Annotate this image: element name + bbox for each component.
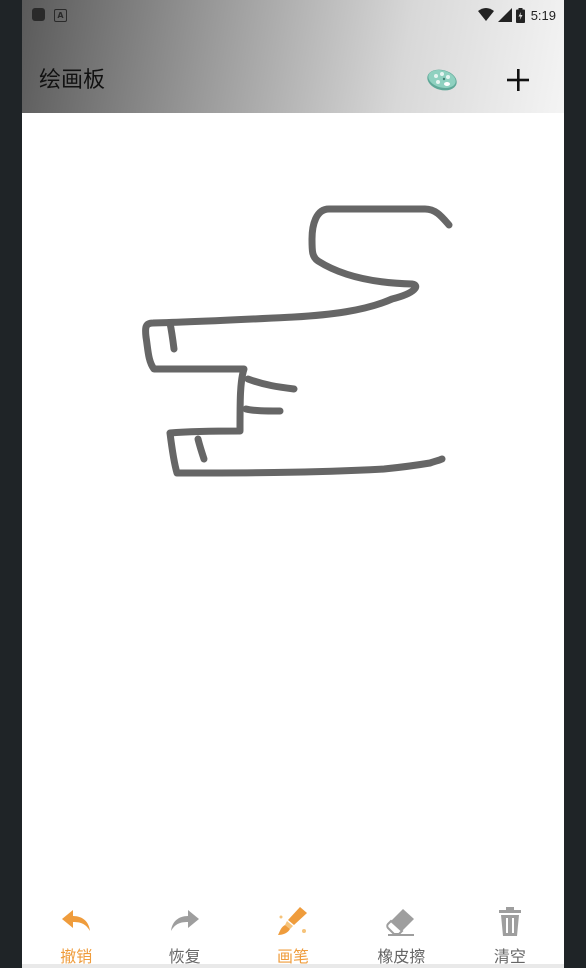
navigation-edge — [22, 964, 564, 968]
notification-badge-icon: A — [54, 9, 67, 22]
app-screen: A 5:19 绘画板 撤销 恢复 画笔 橡皮擦 清空 — [22, 0, 564, 968]
app-notification-icon — [32, 8, 45, 21]
stroke-tick-2 — [244, 375, 298, 393]
bottom-toolbar: 撤销 恢复 画笔 橡皮擦 清空 — [22, 893, 564, 968]
plus-icon — [507, 69, 529, 91]
stroke-tick-1 — [166, 319, 178, 353]
undo-button[interactable]: 撤销 — [22, 893, 130, 968]
stroke-tick-4 — [194, 435, 208, 463]
drawing-canvas[interactable] — [22, 113, 564, 893]
app-bar: A 5:19 绘画板 — [22, 0, 564, 113]
battery-icon — [515, 7, 525, 23]
brush-icon — [278, 907, 308, 935]
clear-button[interactable]: 清空 — [456, 893, 564, 968]
drawing-strokes — [142, 205, 453, 477]
trash-icon — [498, 907, 521, 936]
add-button[interactable] — [502, 62, 534, 96]
redo-icon — [170, 910, 199, 931]
stroke-tick-3 — [242, 405, 284, 415]
brush-button[interactable]: 画笔 — [239, 893, 347, 968]
redo-button[interactable]: 恢复 — [130, 893, 238, 968]
page-title: 绘画板 — [39, 68, 106, 93]
stroke-main — [142, 205, 453, 477]
signal-icon — [497, 8, 512, 22]
status-bar: A 5:19 — [22, 0, 564, 30]
color-palette-button[interactable] — [424, 62, 460, 96]
eraser-icon — [386, 909, 415, 936]
status-indicators: 5:19 — [477, 5, 556, 25]
undo-icon — [62, 910, 91, 931]
status-time: 5:19 — [530, 7, 556, 23]
palette-icon — [427, 69, 457, 91]
wifi-icon — [477, 8, 494, 21]
eraser-button[interactable]: 橡皮擦 — [347, 893, 455, 968]
